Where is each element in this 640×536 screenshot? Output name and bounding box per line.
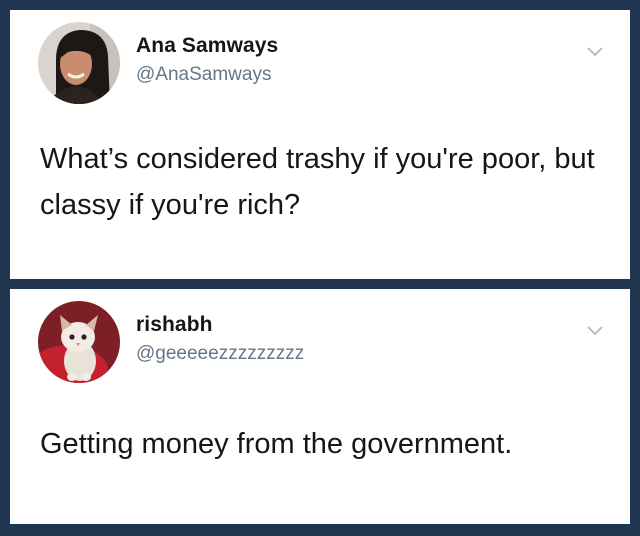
display-name[interactable]: rishabh [136, 313, 213, 337]
display-name[interactable]: Ana Samways [136, 34, 278, 58]
chevron-down-icon[interactable] [586, 46, 604, 58]
avatar[interactable] [38, 22, 120, 104]
woman-portrait-avatar-icon [38, 22, 120, 104]
kitten-portrait-avatar-icon [38, 301, 120, 383]
tweet-card[interactable]: rishabh @geeeeezzzzzzzzz Getting money f… [10, 289, 630, 524]
tweet-card[interactable]: Ana Samways @AnaSamways What’s considere… [10, 10, 630, 279]
tweet-text: Getting money from the government. [40, 428, 513, 460]
user-handle[interactable]: @geeeeezzzzzzzzz [136, 343, 304, 365]
user-handle[interactable]: @AnaSamways [136, 64, 271, 86]
chevron-down-icon[interactable] [586, 325, 604, 337]
tweet-text: What’s considered trashy if you're poor,… [40, 143, 595, 221]
avatar[interactable] [38, 301, 120, 383]
